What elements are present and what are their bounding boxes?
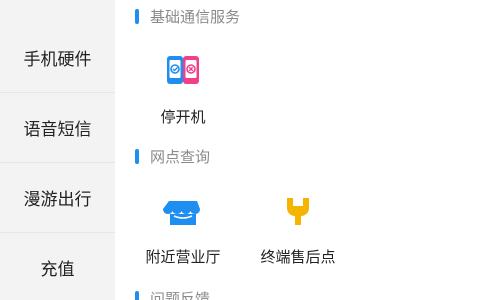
section-title: 基础通信服务 (150, 7, 241, 26)
section-accent-bar (135, 148, 139, 164)
tile-nearby-store[interactable]: 附近营业厅 (128, 192, 238, 282)
category-sidebar: 手机硬件 语音短信 漫游出行 充值 (0, 0, 115, 300)
sidebar-item-label: 语音短信 (23, 119, 92, 140)
section-title: 网点查询 (150, 147, 211, 166)
sidebar-item-phone-hardware[interactable]: 手机硬件 (0, 22, 115, 92)
store-icon (163, 201, 200, 225)
tile-label: 停开机 (160, 108, 206, 126)
tile-after-sales-point[interactable]: 终端售后点 (243, 192, 353, 282)
sidebar-item-recharge[interactable]: 充值 (0, 232, 115, 300)
tile-suspend-resume[interactable]: 停开机 (128, 52, 238, 142)
sidebar-item-label: 漫游出行 (23, 189, 92, 210)
sidebar-item-roaming[interactable]: 漫游出行 (0, 162, 115, 232)
section-header-basic-services: 基础通信服务 (135, 6, 240, 26)
sidebar-item-voice-sms[interactable]: 语音短信 (0, 92, 115, 162)
sidebar-divider (0, 232, 115, 233)
section-accent-bar (135, 8, 139, 24)
suspend-resume-phone-icon (167, 56, 199, 84)
section-title: 问题反馈 (150, 289, 211, 300)
sidebar-item-label: 充值 (40, 259, 75, 280)
section-header-outlet-search: 网点查询 (135, 146, 210, 166)
tile-label: 终端售后点 (260, 248, 336, 266)
section-accent-bar (135, 290, 139, 300)
services-panel: 基础通信服务 停开机 网点查询 附近营业厅 终端售后点 问题反馈 (115, 0, 480, 300)
sidebar-divider (0, 92, 115, 93)
sidebar-divider (0, 162, 115, 163)
sidebar-item-label: 手机硬件 (23, 49, 92, 70)
tile-label: 附近营业厅 (145, 248, 221, 266)
section-header-feedback: 问题反馈 (135, 288, 210, 300)
wrench-icon (287, 198, 309, 225)
